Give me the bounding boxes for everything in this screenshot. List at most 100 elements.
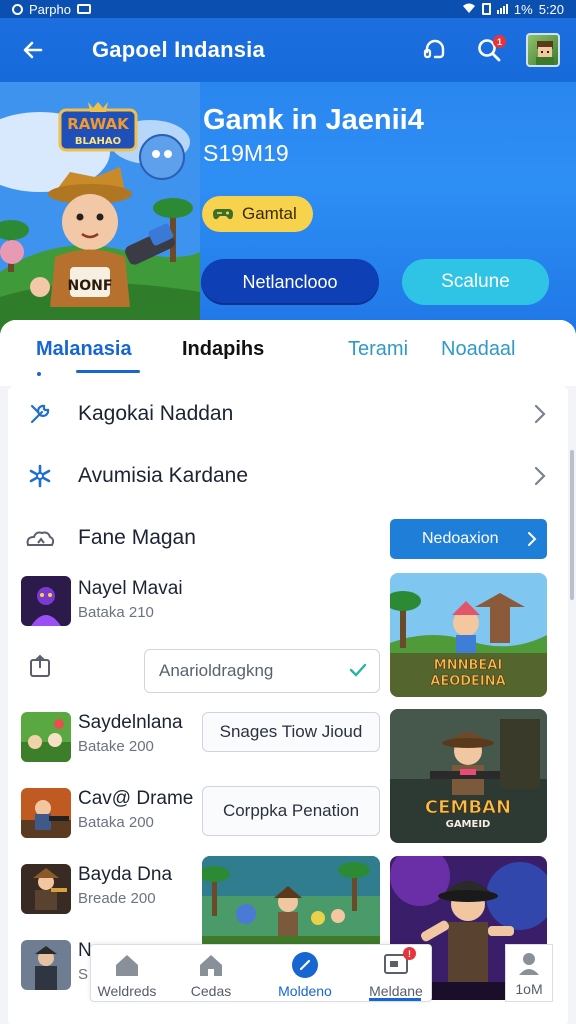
share-row: [8, 638, 128, 694]
tab-malanasia[interactable]: Malanasia: [36, 338, 132, 361]
wrench-icon: [20, 394, 60, 434]
arrow-left-icon: [23, 41, 43, 59]
search-button[interactable]: 1: [472, 33, 506, 67]
signal-percent: 1%: [513, 1, 533, 17]
game-name: Cav@ Drame: [78, 788, 194, 809]
button-label: Nedoaxion: [422, 530, 499, 547]
nav-badge: !: [403, 947, 416, 960]
hero-character-illustration: RAWAK BLAHAO NONF: [0, 82, 200, 332]
artwork-title: MNNBEAI: [434, 658, 502, 673]
game-subtitle: S: [78, 966, 89, 983]
message-icon: !: [382, 947, 416, 979]
content-sheet: Malanasia Indapihs Terami Noadaal Kagoka…: [0, 320, 576, 1024]
list-item[interactable]: Nayel Mavai Bataka 210: [8, 576, 388, 636]
nav-item-profile[interactable]: 1oM: [505, 944, 553, 1002]
game-name: Saydelnlana: [78, 712, 183, 733]
nav-label: Moldeno: [278, 983, 332, 999]
artwork-adventurer: CEMBAN GAMEID: [390, 709, 547, 843]
compass-icon: [290, 951, 320, 979]
headset-icon: [423, 39, 445, 59]
game-subtitle: Bataka 200: [78, 814, 154, 831]
game-action-button[interactable]: Snages Tiow Jioud: [202, 712, 380, 752]
primary-action-button[interactable]: Netlanclooo: [201, 259, 379, 305]
gamepad-icon: [213, 209, 233, 220]
nav-item-moldeno[interactable]: Moldeno: [267, 945, 343, 1003]
game-artwork-card[interactable]: [202, 856, 380, 950]
notification-badge: 1: [493, 35, 506, 48]
starburst-icon: [20, 456, 60, 496]
game-subtitle: Bataka 210: [78, 604, 154, 621]
tab-noadaal[interactable]: Noadaal: [441, 338, 516, 361]
game-action-button[interactable]: Corppka Penation: [202, 786, 380, 836]
check-icon: [349, 663, 367, 677]
hero-logo-top: RAWAK: [67, 115, 130, 133]
home-icon: [113, 951, 141, 979]
artwork-subtitle: GAMEID: [446, 819, 491, 830]
page-title: Gapoel Indansia: [92, 37, 265, 62]
status-indicator-icon: [12, 3, 23, 15]
game-name: Nayel Mavai: [78, 578, 183, 599]
house-icon: [197, 951, 225, 979]
menu-item-avumisia[interactable]: Avumisia Kardane: [8, 448, 568, 504]
scrollbar[interactable]: [570, 450, 574, 600]
chevron-right-icon: [530, 404, 550, 424]
category-chip[interactable]: Gamtal: [202, 196, 313, 232]
hero-banner: RAWAK BLAHAO NONF Gamk in Jaenii4 S19M19…: [0, 82, 576, 332]
game-artwork-card[interactable]: CEMBAN GAMEID: [390, 709, 547, 843]
nav-item-weldreds[interactable]: Weldreds: [91, 945, 163, 1003]
person-icon: [516, 949, 542, 977]
nav-label: Weldreds: [97, 983, 157, 999]
active-nav-indicator: [369, 998, 421, 1001]
nav-item-meldane[interactable]: ! Meldane: [359, 945, 433, 1003]
mail-icon: [76, 4, 91, 14]
game-artwork-card[interactable]: MNNBEAI AEODEINA: [390, 573, 547, 697]
nav-label: 1oM: [515, 981, 543, 997]
game-subtitle: Batake 200: [78, 738, 154, 755]
signal-icon: [496, 4, 508, 14]
content-card: Kagokai Naddan Avumisia Kardane Fane Mag…: [8, 386, 568, 1024]
dropdown-value: Anarioldragkng: [159, 661, 274, 680]
nedoaxion-button[interactable]: Nedoaxion: [390, 519, 547, 559]
share-icon[interactable]: [20, 646, 60, 686]
chevron-right-icon: [528, 532, 537, 546]
artwork-forest-village: MNNBEAI AEODEINA: [390, 573, 547, 697]
chevron-right-icon: [530, 466, 550, 486]
cloud-upload-icon: [20, 518, 60, 558]
status-bar: Parpho 1% 5:20: [0, 0, 576, 18]
nav-label: Cedas: [190, 983, 232, 999]
avatar[interactable]: [526, 33, 560, 67]
wifi-icon: [462, 2, 476, 17]
clock: 5:20: [538, 1, 564, 17]
menu-item-label: Avumisia Kardane: [78, 464, 249, 487]
game-thumbnail: [21, 788, 71, 838]
nav-item-cedas[interactable]: Cedas: [179, 945, 243, 1003]
hero-logo-bottom: BLAHAO: [75, 136, 121, 147]
artwork-title: CEMBAN: [425, 797, 511, 818]
tab-terami[interactable]: Terami: [348, 338, 408, 361]
menu-item-label: Kagokai Naddan: [78, 402, 234, 425]
chip-label: Gamtal: [242, 204, 297, 223]
sort-dropdown[interactable]: Anarioldragkng: [144, 649, 380, 693]
back-button[interactable]: [16, 33, 50, 67]
artwork-title: AEODEINA: [430, 674, 505, 689]
app-header: Gapoel Indansia 1: [0, 18, 576, 82]
game-subtitle: Breade 200: [78, 890, 156, 907]
tab-indapihs[interactable]: Indapihs: [182, 338, 264, 361]
support-button[interactable]: [418, 33, 452, 67]
secondary-action-button[interactable]: Scalune: [402, 259, 549, 305]
carrier-label: Parpho: [29, 1, 71, 17]
artwork-jungle-team: [202, 856, 380, 950]
hero-title: Gamk in Jaenii4: [203, 104, 424, 136]
menu-item-label: Fane Magan: [78, 526, 196, 549]
game-thumbnail: [21, 576, 71, 626]
active-tab-indicator: [76, 370, 140, 373]
avatar-character-icon: [536, 41, 554, 65]
game-thumbnail: [21, 712, 71, 762]
hero-character-badge: NONF: [68, 278, 113, 294]
hero-subtitle: S19M19: [203, 140, 289, 166]
tab-bar: Malanasia Indapihs Terami Noadaal: [0, 320, 576, 386]
battery-icon: [481, 3, 491, 15]
menu-item-kagokai[interactable]: Kagokai Naddan: [8, 386, 568, 442]
game-name: Bayda Dna: [78, 864, 173, 885]
game-thumbnail: [21, 864, 71, 914]
